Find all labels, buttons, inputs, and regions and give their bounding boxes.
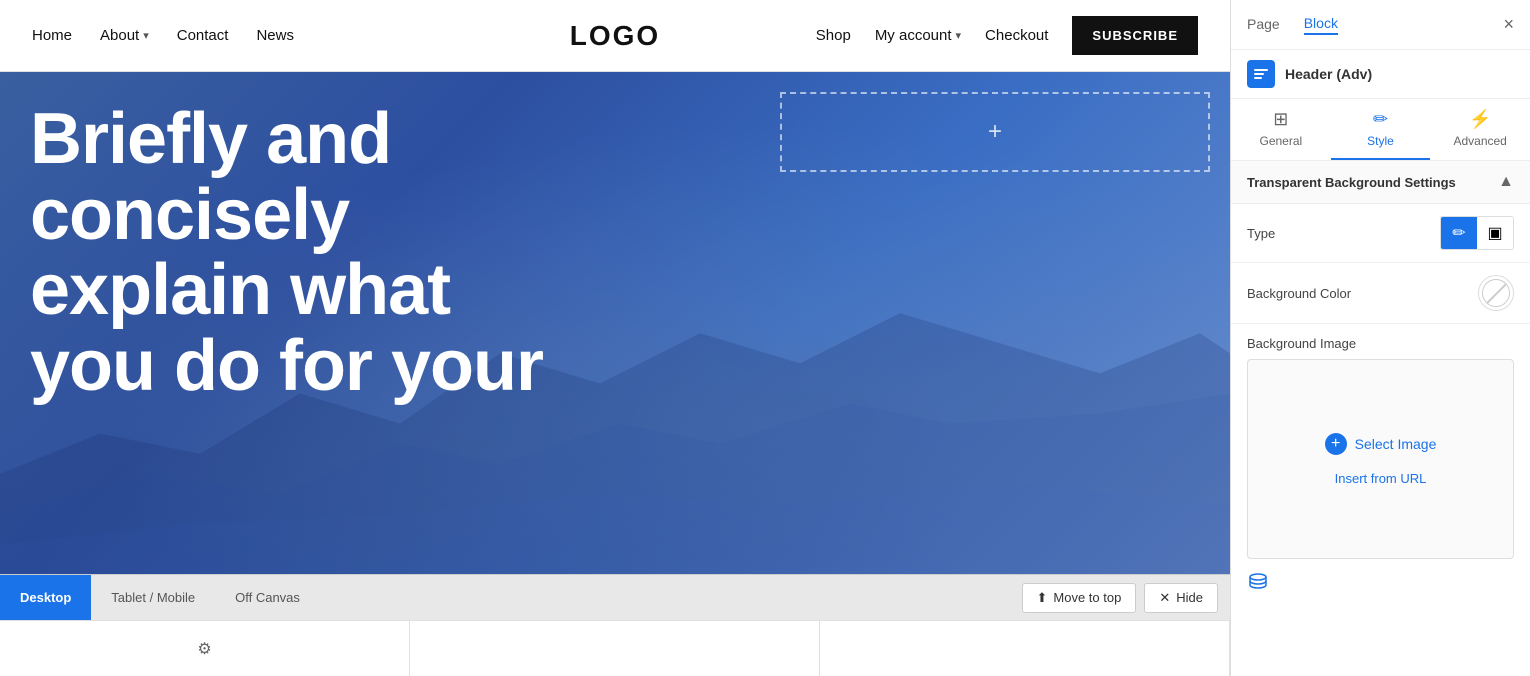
style-icon: ✏ (1373, 109, 1388, 130)
insert-from-url-link[interactable]: Insert from URL (1335, 471, 1427, 486)
nav-left: Home About ▾ Contact News (32, 27, 294, 44)
tab-page[interactable]: Page (1247, 15, 1280, 35)
bottom-row: ⚙ (0, 620, 1230, 676)
nav-right: Shop My account ▾ Checkout SUBSCRIBE (816, 16, 1198, 55)
tab-off-canvas[interactable]: Off Canvas (215, 575, 320, 620)
square-icon: ▣ (1487, 223, 1502, 243)
no-color-indicator (1482, 279, 1510, 307)
select-image-label: Select Image (1355, 436, 1437, 452)
nav-shop[interactable]: Shop (816, 27, 851, 44)
move-to-top-icon: ⬆ (1037, 590, 1048, 606)
block-icon (1247, 60, 1275, 88)
subtab-style-label: Style (1367, 134, 1394, 148)
pencil-icon: ✏ (1452, 223, 1465, 243)
subtab-general-label: General (1259, 134, 1302, 148)
hero-heading: Briefly and concisely explain what you d… (30, 102, 1200, 404)
subtab-advanced[interactable]: ⚡ Advanced (1430, 99, 1530, 160)
type-btn-square[interactable]: ▣ (1477, 217, 1513, 249)
nav-contact[interactable]: Contact (177, 27, 229, 44)
block-label-text: Header (Adv) (1285, 66, 1372, 82)
section-collapse-button[interactable]: ▲ (1498, 173, 1514, 191)
bg-color-row: Background Color (1231, 263, 1530, 324)
hero-heading-line2: concisely (30, 178, 1200, 254)
nav-home[interactable]: Home (32, 27, 72, 44)
bottom-seg-1: ⚙ (0, 621, 410, 676)
sidebar-tabs: Page Block (1247, 15, 1338, 35)
move-to-top-label: Move to top (1053, 590, 1121, 605)
bg-image-label: Background Image (1231, 324, 1530, 359)
tab-block[interactable]: Block (1304, 15, 1338, 35)
subscribe-button[interactable]: SUBSCRIBE (1072, 16, 1198, 55)
nav-myaccount[interactable]: My account (875, 27, 952, 44)
nav-news[interactable]: News (256, 27, 294, 44)
nav-about-wrap: About ▾ (100, 27, 149, 44)
sidebar-close-button[interactable]: × (1503, 14, 1514, 35)
section-header-transparent-bg: Transparent Background Settings ▲ (1231, 161, 1530, 204)
tab-desktop[interactable]: Desktop (0, 575, 91, 620)
toolbar-actions: ⬆ Move to top ✕ Hide (1022, 583, 1231, 613)
bottom-seg-3 (820, 621, 1230, 676)
plus-icon: + (1325, 433, 1347, 455)
type-btn-pencil[interactable]: ✏ (1441, 217, 1477, 249)
sidebar-header: Page Block × (1231, 0, 1530, 50)
section-title: Transparent Background Settings (1247, 175, 1456, 190)
nav-about[interactable]: About (100, 27, 139, 44)
view-tabs: Desktop Tablet / Mobile Off Canvas (0, 575, 320, 620)
bottom-toolbar: Desktop Tablet / Mobile Off Canvas ⬆ Mov… (0, 574, 1230, 620)
block-label-row: Header (Adv) (1231, 50, 1530, 99)
subtab-general[interactable]: ⊞ General (1231, 99, 1331, 160)
hide-button[interactable]: ✕ Hide (1144, 583, 1218, 613)
about-chevron-icon: ▾ (143, 29, 149, 42)
myaccount-chevron-icon: ▾ (956, 29, 962, 42)
nav-bar: Home About ▾ Contact News LOGO Shop My a… (0, 0, 1230, 72)
bg-color-swatch[interactable] (1478, 275, 1514, 311)
move-to-top-button[interactable]: ⬆ Move to top (1022, 583, 1137, 613)
image-upload-area[interactable]: + Select Image Insert from URL (1247, 359, 1514, 559)
nav-checkout[interactable]: Checkout (985, 27, 1048, 44)
type-setting-row: Type ✏ ▣ (1231, 204, 1530, 263)
hero-heading-line3: explain what (30, 253, 1200, 329)
bg-color-label: Background Color (1247, 286, 1351, 301)
segment-settings-button[interactable]: ⚙ (197, 639, 211, 659)
general-icon: ⊞ (1273, 109, 1288, 130)
style-subtabs: ⊞ General ✏ Style ⚡ Advanced (1231, 99, 1530, 161)
advanced-icon: ⚡ (1469, 109, 1491, 130)
hero-section: + Briefly and concisely explain what you… (0, 72, 1230, 574)
database-icon (1247, 571, 1269, 599)
type-toggle: ✏ ▣ (1440, 216, 1514, 250)
subtab-style[interactable]: ✏ Style (1331, 99, 1431, 160)
sidebar: Page Block × Header (Adv) ⊞ General ✏ St… (1230, 0, 1530, 676)
bottom-seg-2 (410, 621, 820, 676)
hero-text: Briefly and concisely explain what you d… (0, 72, 1230, 404)
type-label: Type (1247, 226, 1275, 241)
nav-logo: LOGO (570, 20, 660, 52)
subtab-advanced-label: Advanced (1453, 134, 1506, 148)
select-image-button[interactable]: + Select Image (1325, 433, 1437, 455)
hide-label: Hide (1176, 590, 1203, 605)
hide-icon: ✕ (1159, 590, 1170, 606)
hero-heading-line1: Briefly and (30, 102, 1200, 178)
tab-tablet-mobile[interactable]: Tablet / Mobile (91, 575, 215, 620)
nav-myaccount-wrap: My account ▾ (875, 27, 961, 44)
hero-heading-line4: you do for your (30, 329, 1200, 405)
settings-panel: Transparent Background Settings ▲ Type ✏… (1231, 161, 1530, 676)
db-icon-row (1231, 559, 1530, 611)
